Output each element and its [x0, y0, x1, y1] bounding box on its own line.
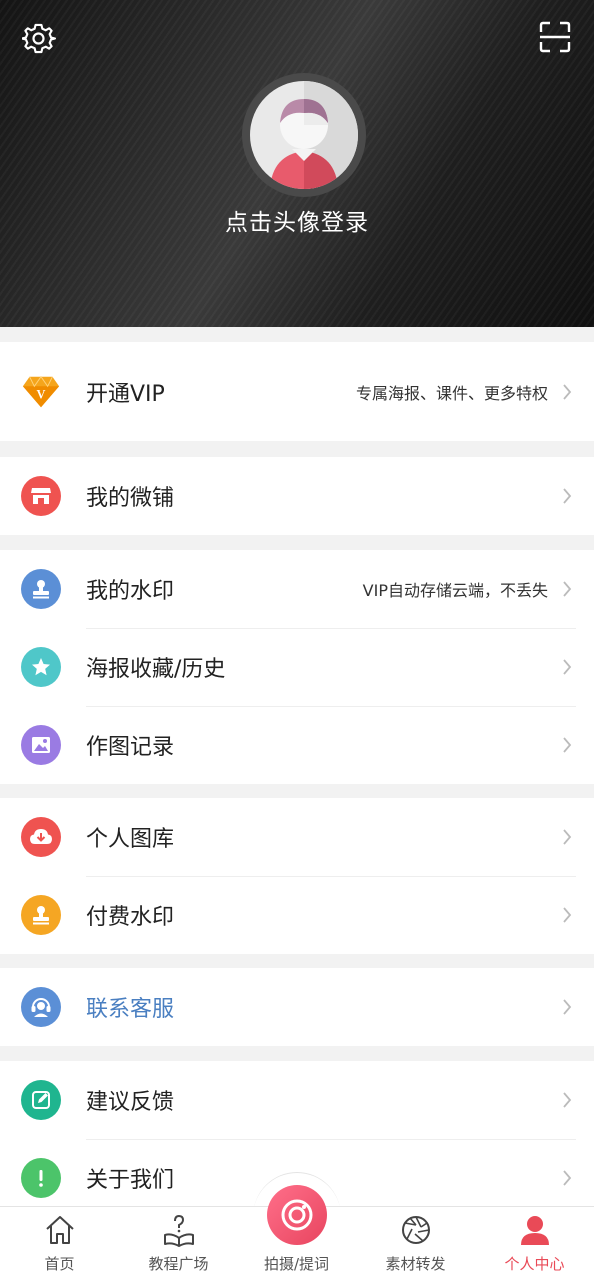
tab-home[interactable]: 首页 [0, 1207, 119, 1281]
tab-tutorials[interactable]: 教程广场 [119, 1207, 238, 1281]
chevron-right-icon [563, 999, 572, 1015]
watermark-label: 我的水印 [86, 579, 175, 604]
menu-item-shop[interactable]: 我的微铺 [0, 457, 594, 535]
gallery-label: 个人图库 [86, 827, 175, 852]
stamp-icon [21, 895, 61, 935]
avatar[interactable] [242, 73, 366, 197]
svg-text:V: V [37, 387, 46, 401]
cloud-download-icon [21, 817, 61, 857]
chevron-right-icon [563, 737, 572, 753]
tab-shoot-label: 拍摄/提词 [263, 1255, 330, 1273]
chevron-right-icon [563, 383, 572, 400]
watermark-desc: VIP自动存储云端，不丢失 [362, 581, 548, 600]
info-exclamation-icon [21, 1158, 61, 1198]
chevron-right-icon [563, 488, 572, 504]
user-icon [520, 1216, 549, 1245]
store-icon [21, 476, 61, 516]
chevron-right-icon [563, 907, 572, 923]
shop-label: 我的微铺 [86, 486, 175, 511]
tab-materials[interactable]: 素材转发 [356, 1207, 475, 1281]
home-icon [45, 1216, 74, 1244]
shop-group: 我的微铺 [0, 457, 594, 535]
tab-profile-label: 个人中心 [504, 1255, 565, 1273]
menu-item-paid-watermark[interactable]: 付费水印 [0, 876, 594, 954]
menu-item-watermark[interactable]: 我的水印 VIP自动存储云端，不丢失 [0, 550, 594, 628]
chevron-right-icon [563, 829, 572, 845]
tab-materials-label: 素材转发 [385, 1255, 446, 1273]
vip-label: 开通VIP [86, 381, 165, 407]
camera-icon [281, 1199, 313, 1231]
support-group: 联系客服 [0, 968, 594, 1046]
works-group: 我的水印 VIP自动存储云端，不丢失 海报收藏/历史 作图记录 [0, 550, 594, 784]
edit-icon [21, 1080, 61, 1120]
about-label: 关于我们 [86, 1168, 175, 1193]
chevron-right-icon [563, 1170, 572, 1186]
menu-item-support[interactable]: 联系客服 [0, 968, 594, 1046]
vip-desc: 专属海报、课件、更多特权 [355, 383, 548, 403]
scan-icon[interactable] [537, 19, 573, 55]
chevron-right-icon [563, 1092, 572, 1108]
tab-home-label: 首页 [44, 1255, 75, 1273]
star-icon [21, 647, 61, 687]
poster-label: 海报收藏/历史 [86, 657, 226, 682]
stamp-icon [21, 569, 61, 609]
chevron-right-icon [563, 659, 572, 675]
chevron-right-icon [563, 581, 572, 597]
book-question-icon [163, 1214, 194, 1247]
login-prompt[interactable]: 点击头像登录 [0, 203, 594, 237]
paid-watermark-label: 付费水印 [86, 905, 175, 930]
menu-item-records[interactable]: 作图记录 [0, 706, 594, 784]
image-icon [21, 725, 61, 765]
headset-icon [21, 987, 61, 1027]
aperture-icon [401, 1216, 430, 1244]
menu-item-vip[interactable]: V 开通VIP 专属海报、课件、更多特权 [0, 342, 594, 441]
vip-diamond-icon: V [21, 372, 61, 412]
feedback-label: 建议反馈 [86, 1090, 175, 1115]
settings-gear-icon[interactable] [21, 21, 57, 57]
menu-item-feedback[interactable]: 建议反馈 [0, 1061, 594, 1139]
tab-tutorials-label: 教程广场 [148, 1255, 209, 1273]
tab-profile[interactable]: 个人中心 [475, 1207, 594, 1281]
menu-item-gallery[interactable]: 个人图库 [0, 798, 594, 876]
profile-header: 点击头像登录 [0, 0, 594, 327]
vip-group: V 开通VIP 专属海报、课件、更多特权 [0, 342, 594, 441]
assets-group: 个人图库 付费水印 [0, 798, 594, 954]
camera-button[interactable] [267, 1185, 327, 1245]
support-label: 联系客服 [86, 997, 175, 1022]
menu-item-poster[interactable]: 海报收藏/历史 [0, 628, 594, 706]
records-label: 作图记录 [86, 735, 175, 760]
